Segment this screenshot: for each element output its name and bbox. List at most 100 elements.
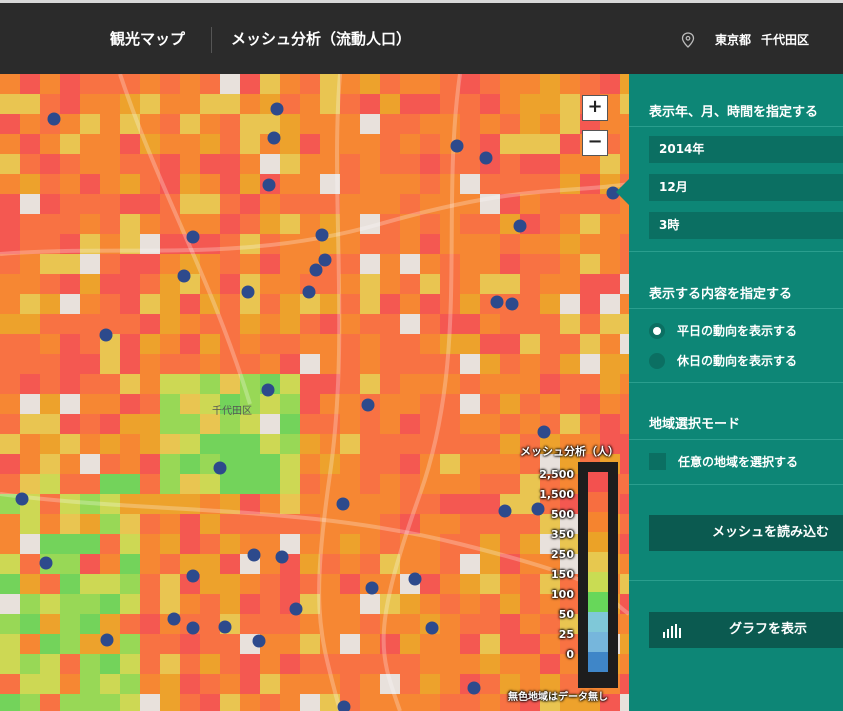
mesh-cell: [300, 334, 320, 354]
mesh-cell: [60, 174, 80, 194]
hour-select[interactable]: 3時: [649, 212, 843, 239]
poi-marker[interactable]: [505, 297, 519, 311]
poi-marker[interactable]: [186, 569, 200, 583]
mesh-cell: [360, 374, 380, 394]
poi-marker[interactable]: [498, 504, 512, 518]
poi-marker[interactable]: [186, 230, 200, 244]
mesh-cell: [120, 694, 140, 711]
poi-marker[interactable]: [99, 328, 113, 342]
mesh-cell: [220, 94, 240, 114]
mesh-cell: [620, 474, 629, 494]
mesh-cell: [300, 694, 320, 711]
mesh-cell: [440, 614, 460, 634]
mesh-cell: [620, 514, 629, 534]
mesh-cell: [220, 674, 240, 694]
zoom-in-button[interactable]: +: [582, 95, 608, 121]
radio-holiday-button[interactable]: [649, 352, 665, 369]
app-title[interactable]: 観光マップ: [110, 28, 185, 49]
mesh-cell: [0, 374, 20, 394]
mesh-cell: [580, 234, 600, 254]
poi-marker[interactable]: [247, 548, 261, 562]
poi-marker[interactable]: [252, 634, 266, 648]
mesh-cell: [200, 634, 220, 654]
mesh-cell: [60, 414, 80, 434]
mesh-cell: [280, 694, 300, 711]
region-select-checkbox[interactable]: 任意の地域を選択する: [649, 453, 798, 470]
poi-marker[interactable]: [270, 102, 284, 116]
top-bar: 観光マップ メッシュ分析（流動人口） 東京都 千代田区: [0, 0, 843, 74]
mesh-cell: [620, 334, 629, 354]
mesh-cell: [100, 214, 120, 234]
poi-marker[interactable]: [15, 492, 29, 506]
checkbox-box[interactable]: [649, 453, 666, 470]
mesh-cell: [240, 234, 260, 254]
mesh-cell: [80, 454, 100, 474]
poi-marker[interactable]: [213, 461, 227, 475]
mesh-cell: [240, 674, 260, 694]
mesh-cell: [500, 474, 520, 494]
poi-marker[interactable]: [408, 572, 422, 586]
poi-marker[interactable]: [309, 263, 323, 277]
poi-marker[interactable]: [302, 285, 316, 299]
mesh-cell: [180, 454, 200, 474]
poi-marker[interactable]: [39, 556, 53, 570]
poi-marker[interactable]: [537, 425, 551, 439]
poi-marker[interactable]: [490, 295, 504, 309]
mesh-cell: [480, 354, 500, 374]
poi-marker[interactable]: [177, 269, 191, 283]
mesh-cell: [0, 654, 20, 674]
mesh-cell: [240, 694, 260, 711]
mesh-cell: [200, 354, 220, 374]
poi-marker[interactable]: [318, 253, 332, 267]
poi-marker[interactable]: [218, 620, 232, 634]
zoom-out-button[interactable]: −: [582, 130, 608, 156]
poi-marker[interactable]: [479, 151, 493, 165]
year-select[interactable]: 2014年: [649, 136, 843, 163]
mesh-cell: [460, 434, 480, 454]
mesh-cell: [40, 294, 60, 314]
poi-marker[interactable]: [100, 633, 114, 647]
mesh-cell: [120, 434, 140, 454]
radio-holiday[interactable]: 休日の動向を表示する: [649, 352, 797, 369]
mesh-cell: [460, 414, 480, 434]
show-graph-button[interactable]: グラフを表示: [649, 612, 843, 648]
radio-weekday-button[interactable]: [649, 322, 665, 339]
mesh-cell: [100, 174, 120, 194]
poi-marker[interactable]: [513, 219, 527, 233]
poi-marker[interactable]: [467, 681, 481, 695]
poi-marker[interactable]: [275, 550, 289, 564]
poi-marker[interactable]: [186, 621, 200, 635]
poi-marker[interactable]: [425, 621, 439, 635]
poi-marker[interactable]: [167, 612, 181, 626]
radio-weekday[interactable]: 平日の動向を表示する: [649, 322, 797, 339]
mesh-cell: [280, 314, 300, 334]
mesh-cell: [280, 134, 300, 154]
mesh-cell: [300, 454, 320, 474]
poi-marker[interactable]: [361, 398, 375, 412]
mesh-cell: [160, 114, 180, 134]
poi-marker[interactable]: [47, 112, 61, 126]
mesh-cell: [620, 494, 629, 514]
mesh-cell: [540, 274, 560, 294]
location-display[interactable]: 東京都 千代田区: [681, 31, 809, 48]
mesh-cell: [260, 534, 280, 554]
mesh-cell: [0, 134, 20, 154]
poi-marker[interactable]: [365, 581, 379, 595]
mesh-cell: [480, 234, 500, 254]
mesh-cell: [300, 574, 320, 594]
poi-marker[interactable]: [450, 139, 464, 153]
poi-marker[interactable]: [267, 131, 281, 145]
poi-marker[interactable]: [289, 602, 303, 616]
mesh-cell: [540, 114, 560, 134]
mesh-cell: [260, 214, 280, 234]
mesh-cell: [380, 114, 400, 134]
mesh-cell: [340, 634, 360, 654]
poi-marker[interactable]: [315, 228, 329, 242]
month-select[interactable]: 12月: [649, 174, 843, 201]
poi-marker[interactable]: [262, 178, 276, 192]
map-pin-icon: [681, 31, 695, 48]
poi-marker[interactable]: [261, 383, 275, 397]
poi-marker[interactable]: [336, 497, 350, 511]
poi-marker[interactable]: [241, 285, 255, 299]
load-mesh-button[interactable]: メッシュを読み込む: [649, 515, 843, 551]
